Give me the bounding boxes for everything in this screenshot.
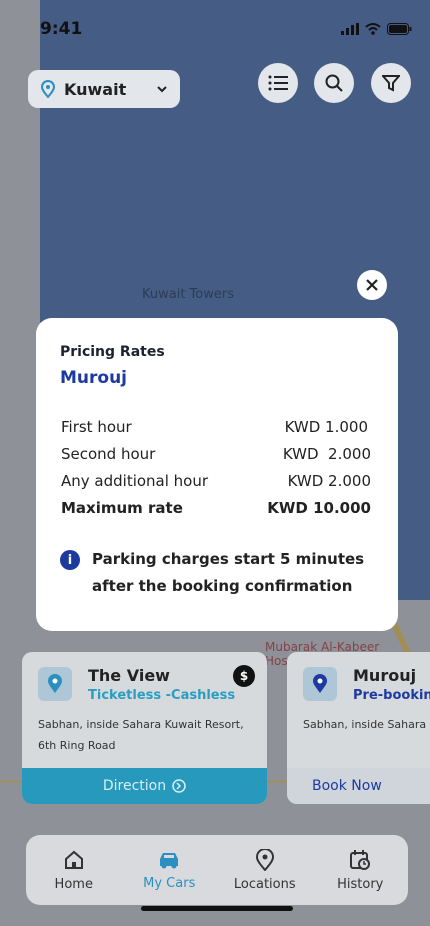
wifi-icon	[365, 23, 381, 35]
nav-my-cars-label: My Cars	[143, 875, 196, 891]
pricing-note-text: Parking charges start 5 minutes after th…	[92, 550, 365, 595]
country-selector[interactable]: Kuwait	[28, 70, 180, 108]
book-now-button[interactable]: Book Now	[287, 768, 430, 804]
rate-row: Second hour KWD 2.000	[61, 445, 371, 463]
calendar-clock-icon	[350, 849, 371, 870]
filter-icon	[382, 75, 400, 92]
status-icons	[341, 23, 412, 35]
rate-row: Any additional hour KWD 2.000	[61, 472, 371, 490]
rate-label: First hour	[61, 418, 132, 436]
search-button[interactable]	[314, 63, 354, 103]
card-title: Murouj	[353, 666, 417, 685]
nav-locations[interactable]: Locations	[220, 848, 310, 892]
bottom-nav: Home My Cars Locations History	[26, 835, 408, 905]
map-pin-icon	[48, 674, 62, 693]
nav-history-label: History	[337, 876, 384, 892]
country-label: Kuwait	[64, 79, 127, 99]
rate-value: KWD 1.000	[284, 418, 368, 436]
nav-my-cars[interactable]: My Cars	[124, 850, 214, 891]
info-icon: i	[60, 550, 80, 570]
filter-button[interactable]	[371, 63, 411, 103]
nav-history[interactable]: History	[315, 849, 405, 892]
chevron-down-icon	[157, 86, 167, 93]
rate-value: KWD 2.000	[287, 472, 371, 490]
home-indicator	[141, 906, 293, 911]
nav-home[interactable]: Home	[29, 849, 119, 892]
card-subtitle: Ticketless -Cashless	[88, 688, 236, 703]
map-pin-icon	[313, 674, 327, 693]
rate-label: Any additional hour	[61, 472, 209, 490]
modal-subtitle: Murouj	[60, 368, 128, 388]
card-pin-badge	[303, 667, 337, 701]
card-pin-badge	[38, 667, 72, 701]
home-icon	[64, 850, 83, 869]
location-icon	[255, 848, 274, 871]
status-time: 9:41	[40, 19, 83, 39]
close-icon	[366, 279, 378, 291]
book-now-label: Book Now	[312, 778, 382, 794]
parking-card-the-view[interactable]: The View Ticketless -Cashless $ Sabhan, …	[22, 652, 267, 804]
direction-label: Direction	[102, 778, 167, 794]
pricing-note: i Parking charges start 5 minutes after …	[60, 546, 380, 600]
card-address: Sabhan, inside Sahara Kuwait Resort, 6th…	[38, 718, 244, 752]
direction-button[interactable]: Direction	[22, 768, 267, 804]
arrow-circle-icon	[172, 779, 186, 793]
rate-row-max: Maximum rate KWD 10.000	[61, 499, 371, 517]
close-modal-button[interactable]	[357, 270, 387, 300]
nav-locations-label: Locations	[233, 876, 296, 892]
rate-label: Second hour	[61, 445, 156, 463]
card-title: The View	[88, 666, 170, 685]
car-icon	[160, 852, 179, 868]
pricing-rates-modal: Pricing Rates Murouj First hour KWD 1.00…	[36, 318, 398, 631]
nav-home-label: Home	[54, 876, 93, 892]
app-screen: Kuwait Towers Mubarak Al-Kabeer Hospital…	[0, 0, 430, 926]
list-view-button[interactable]	[258, 63, 298, 103]
dollar-icon: $	[233, 665, 255, 687]
signal-icon	[341, 23, 359, 35]
rate-value: KWD 2.000	[282, 445, 371, 463]
card-subtitle: Pre-booking	[353, 688, 430, 703]
parking-card-murouj[interactable]: Murouj Pre-booking Sabhan, inside Sahara…	[287, 652, 430, 804]
rate-label: Maximum rate	[61, 499, 183, 517]
card-address: Sabhan, inside Sahara Kuwait Resort, 6th…	[303, 718, 430, 731]
list-icon	[268, 75, 288, 91]
battery-icon	[387, 23, 412, 35]
map-pin-icon	[40, 80, 56, 98]
status-bar: 9:41	[40, 18, 412, 40]
modal-title: Pricing Rates	[60, 344, 165, 360]
rate-value: KWD 10.000	[267, 499, 371, 517]
rate-row: First hour KWD 1.000	[61, 418, 371, 436]
search-icon	[325, 74, 343, 92]
